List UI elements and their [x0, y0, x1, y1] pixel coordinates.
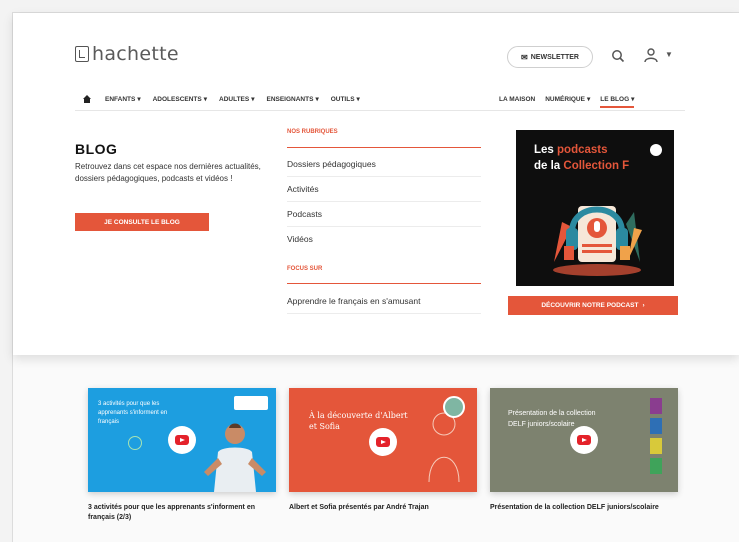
- discover-podcast-label: DÉCOUVRIR NOTRE PODCAST: [541, 302, 639, 309]
- nav-label: ADOLESCENTS: [152, 95, 202, 103]
- chevron-down-icon: ▾: [251, 96, 255, 103]
- video-title-3[interactable]: Présentation de la collection DELF junio…: [490, 503, 678, 513]
- nav-label: ENFANTS: [105, 95, 136, 103]
- divider: [287, 226, 481, 227]
- podcast-title-highlight: podcasts: [557, 144, 608, 156]
- podcast-title-highlight: Collection F: [563, 160, 630, 172]
- nav-item-outils[interactable]: OUTILS ▾: [330, 95, 360, 104]
- chevron-down-icon: ▾: [315, 96, 319, 103]
- blog-title: BLOG: [75, 141, 118, 157]
- book-cover: [650, 418, 662, 434]
- consult-blog-button[interactable]: JE CONSULTE LE BLOG: [75, 213, 209, 231]
- divider: [287, 313, 481, 314]
- chevron-down-icon: ▾: [203, 96, 207, 103]
- video-title-1[interactable]: 3 activités pour que les apprenants s'in…: [88, 503, 276, 523]
- blog-description: Retrouvez dans cet espace nos dernières …: [75, 162, 261, 183]
- presenter-image: [204, 423, 266, 492]
- book-cover: [650, 398, 662, 414]
- hachette-logo[interactable]: hachette: [75, 41, 179, 67]
- home-icon[interactable]: [83, 95, 91, 103]
- video-card-2[interactable]: À la découverte d'Albert et Sofia: [289, 388, 477, 492]
- video-title-2[interactable]: Albert et Sofia présentés par André Traj…: [289, 503, 477, 513]
- play-icon[interactable]: [369, 428, 397, 456]
- brand-badge: [234, 396, 268, 410]
- header: hachette ✉ NEWSLETTER ▼ ENFANTS ▾ ADOLESC…: [13, 13, 739, 355]
- nav-label: LA MAISON: [499, 95, 536, 103]
- arrow-right-icon: ›: [642, 302, 645, 309]
- video-thumb-text: 3 activités pour que les apprenants s'in…: [98, 401, 168, 425]
- video-card-3[interactable]: Présentation de la collection DELF junio…: [490, 388, 678, 492]
- divider: [287, 176, 481, 177]
- nav-label: NUMÉRIQUE: [545, 95, 585, 103]
- chevron-down-icon: ▾: [586, 96, 591, 103]
- play-icon[interactable]: [570, 426, 598, 454]
- nav-item-la-maison[interactable]: LA MAISON: [499, 96, 535, 103]
- character-avatar: [443, 396, 465, 418]
- main-nav-right: LA MAISON NUMÉRIQUE ▾ LE BLOG ▾: [499, 91, 644, 108]
- nav-label: LE BLOG: [600, 95, 630, 103]
- nav-label: ADULTES: [219, 95, 250, 103]
- section-rule: [287, 147, 481, 148]
- nav-item-adultes[interactable]: ADULTES ▾: [219, 95, 255, 104]
- podcast-title-prefix: de la: [534, 160, 564, 172]
- logo-text: hachette: [92, 43, 179, 65]
- nav-item-adolescents[interactable]: ADOLESCENTS ▾: [152, 95, 207, 104]
- mail-icon: ✉: [521, 52, 528, 62]
- menu-link-dossiers[interactable]: Dossiers pédagogiques: [287, 159, 376, 169]
- search-icon[interactable]: [611, 49, 625, 63]
- chevron-down-icon: ▾: [137, 96, 141, 103]
- play-icon[interactable]: [168, 426, 196, 454]
- newsletter-button[interactable]: ✉ NEWSLETTER: [507, 46, 593, 68]
- book-cover: [650, 438, 662, 454]
- podcast-title-line2: de la Collection F: [534, 160, 629, 172]
- menu-link-podcasts[interactable]: Podcasts: [287, 209, 322, 219]
- section-heading-focus: FOCUS SUR: [287, 266, 323, 272]
- divider: [287, 201, 481, 202]
- nav-item-enseignants[interactable]: ENSEIGNANTS ▾: [266, 95, 319, 104]
- nav-item-numerique[interactable]: NUMÉRIQUE ▾: [545, 95, 591, 104]
- nav-label: ENSEIGNANTS: [266, 95, 314, 103]
- newsletter-label: NEWSLETTER: [530, 53, 579, 61]
- logo-icon: [75, 46, 89, 62]
- section-heading-rubriques: NOS RUBRIQUES: [287, 129, 338, 135]
- menu-link-videos[interactable]: Vidéos: [287, 234, 313, 244]
- collection-logo-icon: [650, 144, 662, 156]
- nav-item-enfants[interactable]: ENFANTS ▾: [105, 95, 141, 104]
- chevron-down-icon[interactable]: ▼: [665, 50, 673, 59]
- menu-link-apprendre[interactable]: Apprendre le français en s'amusant: [287, 296, 420, 306]
- video-thumb-text: À la découverte d'Albert et Sofia: [309, 411, 408, 431]
- discover-podcast-button[interactable]: DÉCOUVRIR NOTRE PODCAST ›: [508, 296, 678, 315]
- book-cover: [650, 458, 662, 474]
- chevron-down-icon: ▾: [356, 96, 360, 103]
- podcast-title-line1: Les podcasts: [534, 144, 608, 156]
- nav-item-le-blog[interactable]: LE BLOG ▾: [600, 95, 635, 108]
- podcast-promo-card[interactable]: Les podcasts de la Collection F: [516, 130, 674, 286]
- video-thumb-text: Présentation de la collection DELF junio…: [508, 410, 596, 428]
- podcast-title-prefix: Les: [534, 144, 558, 156]
- podcast-illustration: [553, 206, 642, 276]
- user-icon[interactable]: [643, 47, 659, 63]
- character-sketch: [428, 412, 460, 483]
- main-nav-left: ENFANTS ▾ ADOLESCENTS ▾ ADULTES ▾ ENSEIGNAN…: [83, 91, 372, 107]
- nav-divider: [75, 110, 685, 111]
- section-rule: [287, 283, 481, 284]
- nav-label: OUTILS: [330, 95, 355, 103]
- video-card-1[interactable]: 3 activités pour que les apprenants s'in…: [88, 388, 276, 492]
- chevron-down-icon: ▾: [631, 96, 635, 103]
- page: hachette ✉ NEWSLETTER ▼ ENFANTS ▾ ADOLESC…: [13, 13, 739, 542]
- whatsapp-icon: [128, 436, 142, 450]
- menu-link-activites[interactable]: Activités: [287, 184, 319, 194]
